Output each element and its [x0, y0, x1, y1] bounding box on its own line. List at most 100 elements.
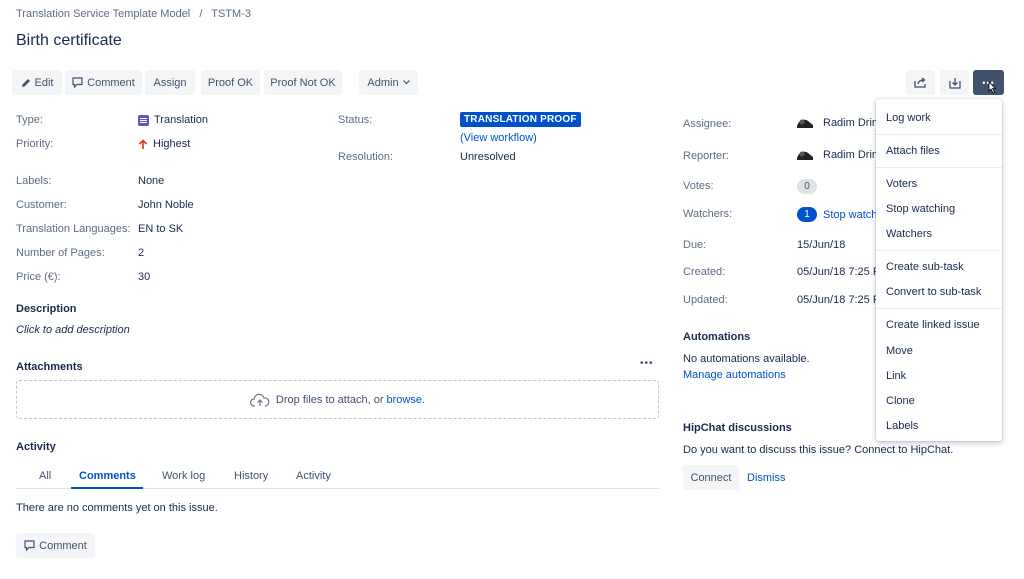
votes-count: 0 — [797, 179, 817, 194]
customer-label: Customer: — [16, 199, 67, 211]
assignee-label: Assignee: — [683, 118, 732, 130]
priority-field[interactable]: Highest — [138, 138, 190, 150]
add-comment-button[interactable]: Comment — [16, 533, 95, 558]
breadcrumb-project[interactable]: Translation Service Template Model — [16, 8, 190, 20]
status-lozenge: TRANSLATION PROOF — [460, 112, 581, 127]
menu-item-link[interactable]: Link — [886, 370, 906, 382]
labels-value[interactable]: None — [138, 175, 164, 187]
status-value: TRANSLATION PROOF — [460, 112, 581, 127]
attachments-heading: Attachments — [16, 361, 83, 373]
active-tab-indicator — [71, 487, 143, 489]
pages-label: Number of Pages: — [16, 247, 105, 259]
menu-item-log-work[interactable]: Log work — [886, 112, 931, 124]
chevron-down-icon — [402, 80, 410, 85]
issue-title[interactable]: Birth certificate — [16, 32, 122, 50]
assign-button[interactable]: Assign — [145, 70, 195, 95]
proof-not-ok-button[interactable]: Proof Not OK — [264, 70, 342, 95]
assignee-field[interactable]: Radim Drin — [796, 116, 878, 130]
comment-button[interactable]: Comment — [65, 70, 142, 95]
cursor-pointer-icon — [988, 81, 997, 94]
share-button[interactable] — [906, 70, 935, 95]
menu-item-clone[interactable]: Clone — [886, 395, 915, 407]
type-value: Translation — [154, 114, 209, 126]
menu-item-attach-files[interactable]: Attach files — [886, 145, 940, 157]
menu-divider — [876, 167, 1002, 168]
proof-ok-button[interactable]: Proof OK — [201, 70, 260, 95]
assignee-name: Radim Drin — [823, 117, 879, 129]
breadcrumb-issue-key[interactable]: TSTM-3 — [211, 8, 251, 20]
description-placeholder[interactable]: Click to add description — [16, 324, 130, 336]
menu-divider — [876, 250, 1002, 251]
attachment-dropzone[interactable]: Drop files to attach, or browse. — [16, 380, 659, 419]
stop-watching-link[interactable]: Stop watch — [823, 209, 877, 221]
updated-label: Updated: — [683, 294, 728, 306]
reporter-name: Radim Drin — [823, 149, 879, 161]
more-actions-button[interactable]: ••• — [973, 70, 1004, 95]
view-workflow-link[interactable]: (View workflow) — [460, 132, 537, 144]
reporter-label: Reporter: — [683, 150, 729, 162]
no-comments-text: There are no comments yet on this issue. — [16, 502, 218, 514]
reporter-field[interactable]: Radim Drin — [796, 148, 878, 162]
tab-work-log[interactable]: Work log — [162, 470, 205, 482]
created-label: Created: — [683, 266, 726, 278]
menu-item-create-linked-issue[interactable]: Create linked issue — [886, 319, 980, 331]
manage-automations-link[interactable]: Manage automations — [683, 369, 786, 381]
comment-icon — [24, 540, 35, 551]
tab-all[interactable]: All — [39, 470, 51, 482]
hipchat-dismiss-link[interactable]: Dismiss — [747, 472, 786, 484]
drop-period: . — [422, 393, 426, 406]
breadcrumb: Translation Service Template Model / TST… — [16, 8, 257, 20]
updated-value: 05/Jun/18 7:25 P — [797, 294, 881, 306]
export-button[interactable] — [940, 70, 969, 95]
menu-item-move[interactable]: Move — [886, 345, 913, 357]
automations-heading: Automations — [683, 331, 751, 343]
priority-value: Highest — [153, 138, 191, 150]
browse-link[interactable]: browse — [387, 394, 422, 406]
edit-button[interactable]: Edit — [12, 70, 62, 95]
menu-item-labels[interactable]: Labels — [886, 420, 918, 432]
share-icon — [914, 77, 926, 88]
pages-value[interactable]: 2 — [138, 247, 144, 259]
due-value: 15/Jun/18 — [797, 239, 846, 251]
admin-label: Admin — [367, 76, 399, 89]
watchers-count[interactable]: 1 — [797, 207, 817, 222]
breadcrumb-separator: / — [199, 8, 203, 20]
languages-label: Translation Languages: — [16, 223, 131, 235]
tab-activity[interactable]: Activity — [296, 470, 331, 482]
tab-comments[interactable]: Comments — [79, 470, 136, 482]
votes-label: Votes: — [683, 180, 714, 192]
menu-item-stop-watching[interactable]: Stop watching — [886, 203, 955, 215]
labels-label: Labels: — [16, 175, 52, 187]
menu-item-voters[interactable]: Voters — [886, 178, 917, 190]
more-actions-menu: Log work Attach files Voters Stop watchi… — [876, 99, 1002, 441]
menu-item-convert-to-sub-task[interactable]: Convert to sub-task — [886, 286, 981, 298]
type-field[interactable]: Translation — [138, 114, 208, 126]
pencil-icon — [21, 78, 30, 87]
activity-heading: Activity — [16, 441, 56, 453]
languages-value[interactable]: EN to SK — [138, 223, 183, 235]
automations-empty: No automations available. — [683, 353, 810, 365]
export-icon — [948, 77, 961, 89]
created-value: 05/Jun/18 7:25 P — [797, 266, 881, 278]
activity-tabs: All Comments Work log History Activity — [16, 466, 659, 489]
watchers-label: Watchers: — [683, 208, 733, 220]
cloud-upload-icon — [249, 393, 270, 407]
hipchat-connect-button[interactable]: Connect — [683, 465, 739, 490]
attachments-more-icon[interactable]: ••• — [640, 358, 654, 369]
customer-value[interactable]: John Noble — [138, 199, 194, 211]
reporter-avatar — [796, 150, 814, 161]
admin-dropdown[interactable]: Admin — [359, 70, 418, 95]
votes-badge[interactable]: 0 — [797, 179, 817, 194]
drop-text: Drop files to attach, or — [275, 393, 384, 406]
translation-type-icon — [138, 114, 149, 126]
comment-icon — [72, 77, 83, 88]
arrow-up-priority-icon — [138, 138, 148, 149]
resolution-label: Resolution: — [338, 151, 394, 163]
menu-item-watchers[interactable]: Watchers — [886, 228, 932, 240]
tab-history[interactable]: History — [234, 470, 268, 482]
resolution-value: Unresolved — [460, 151, 516, 163]
price-value[interactable]: 30 — [138, 271, 150, 283]
price-label: Price (€): — [16, 271, 61, 283]
menu-item-create-sub-task[interactable]: Create sub-task — [886, 261, 964, 273]
due-label: Due: — [683, 239, 707, 251]
